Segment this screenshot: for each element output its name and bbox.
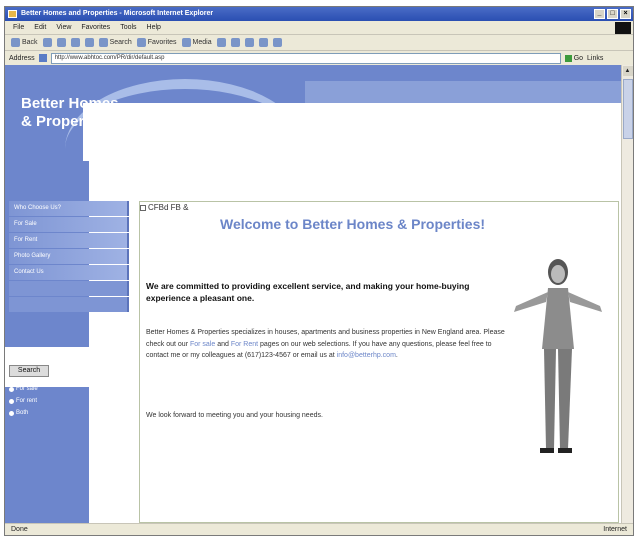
email-link[interactable]: info@betterhp.com [337,352,396,359]
intro-paragraph: Better Homes & Properties specializes in… [146,329,505,359]
nav-blank-1 [9,281,129,296]
header-white-area [83,103,623,161]
window-title: Better Homes and Properties - Microsoft … [21,10,214,17]
brand-line-1: Better Homes [21,95,119,112]
header-panel [305,81,623,103]
title-bar: Better Homes and Properties - Microsoft … [5,7,633,21]
site-header: Better Homes & Properties [5,65,623,161]
go-button[interactable]: Go [564,54,583,62]
commitment-text: We are committed to providing excellent … [146,281,470,303]
window-controls: _ □ × [594,9,631,19]
back-arrow-icon [11,38,20,47]
radio-dot-icon [9,410,14,416]
go-arrow-icon [564,54,572,62]
radio-dot-icon [9,398,14,404]
for-sale-link[interactable]: For sale [190,341,215,348]
side-nav: Who Choose Us? For Sale For Rent Photo G… [9,201,129,313]
windows-logo-icon [615,22,631,34]
menu-view[interactable]: View [56,21,71,34]
nav-blank-2 [9,297,129,312]
favorites-button[interactable]: Favorites [136,38,177,47]
broken-image: CFBd FB & [140,203,188,212]
print-button[interactable] [244,38,254,47]
address-input[interactable]: http://www.abhtoc.com/PR/dir/default.asp [50,52,561,64]
for-rent-link[interactable]: For Rent [231,341,258,348]
edit-icon [258,38,268,47]
refresh-icon [70,38,80,47]
search-options: For sale For rent Both [9,383,38,419]
page-content: Better Homes & Properties Who Choose Us?… [5,65,623,525]
page-icon [38,54,47,62]
refresh-button[interactable] [70,38,80,47]
home-icon [84,38,94,47]
media-button[interactable]: Media [181,38,212,47]
status-bar: Done Internet [5,523,633,535]
stop-icon [56,38,66,47]
address-bar: Address http://www.abhtoc.com/PR/dir/def… [5,50,633,65]
browser-window: Better Homes and Properties - Microsoft … [4,6,634,536]
site-logo[interactable]: Better Homes & Properties [21,95,119,131]
radio-both[interactable]: Both [9,407,38,419]
minimize-button[interactable]: _ [594,9,605,19]
maximize-button[interactable]: □ [607,9,618,19]
history-button[interactable] [216,38,226,47]
menu-favorites[interactable]: Favorites [81,21,110,34]
radio-dot-icon [9,386,14,392]
media-icon [181,38,191,47]
main-panel: CFBd FB & Welcome to Better Homes & Prop… [139,201,619,523]
site-search-button[interactable]: Search [9,365,49,377]
menu-bar: File Edit View Favorites Tools Help [5,21,633,34]
agent-photo [514,259,602,453]
nav-for-rent[interactable]: For Rent [9,233,129,248]
scroll-thumb[interactable] [623,79,633,139]
menu-help[interactable]: Help [147,21,161,34]
nav-photo-gallery[interactable]: Photo Gallery [9,249,129,264]
nav-who-choose-us[interactable]: Who Choose Us? [9,201,129,216]
status-text: Done [11,526,28,533]
toolbar: Back Search Favorites Media [5,34,633,50]
nav-for-sale[interactable]: For Sale [9,217,129,232]
vertical-scrollbar[interactable]: ▲ [621,65,633,525]
forward-button[interactable] [42,38,52,47]
address-label: Address [9,54,35,62]
menu-edit[interactable]: Edit [34,21,46,34]
mail-button[interactable] [230,38,240,47]
zone-text: Internet [603,526,627,533]
star-icon [136,38,146,47]
links-button[interactable]: Links [587,55,603,62]
mail-icon [230,38,240,47]
discuss-button[interactable] [272,38,282,47]
print-icon [244,38,254,47]
scroll-up-icon[interactable]: ▲ [622,66,633,76]
close-button[interactable]: × [620,9,631,19]
forward-arrow-icon [42,38,52,47]
ie-icon [8,10,17,18]
menu-file[interactable]: File [13,21,24,34]
closing-text: We look forward to meeting you and your … [146,412,323,419]
menu-tools[interactable]: Tools [120,21,136,34]
back-button[interactable]: Back [11,38,38,47]
home-button[interactable] [84,38,94,47]
welcome-heading: Welcome to Better Homes & Properties! [220,216,486,232]
broken-image-icon [140,204,146,211]
stop-button[interactable] [56,38,66,47]
history-icon [216,38,226,47]
radio-for-rent[interactable]: For rent [9,395,38,407]
edit-button[interactable] [258,38,268,47]
radio-for-sale[interactable]: For sale [9,383,38,395]
brand-line-2: & Properties [21,113,111,130]
search-button[interactable]: Search [98,38,132,47]
search-icon [98,38,108,47]
discuss-icon [272,38,282,47]
nav-contact-us[interactable]: Contact Us [9,265,129,280]
